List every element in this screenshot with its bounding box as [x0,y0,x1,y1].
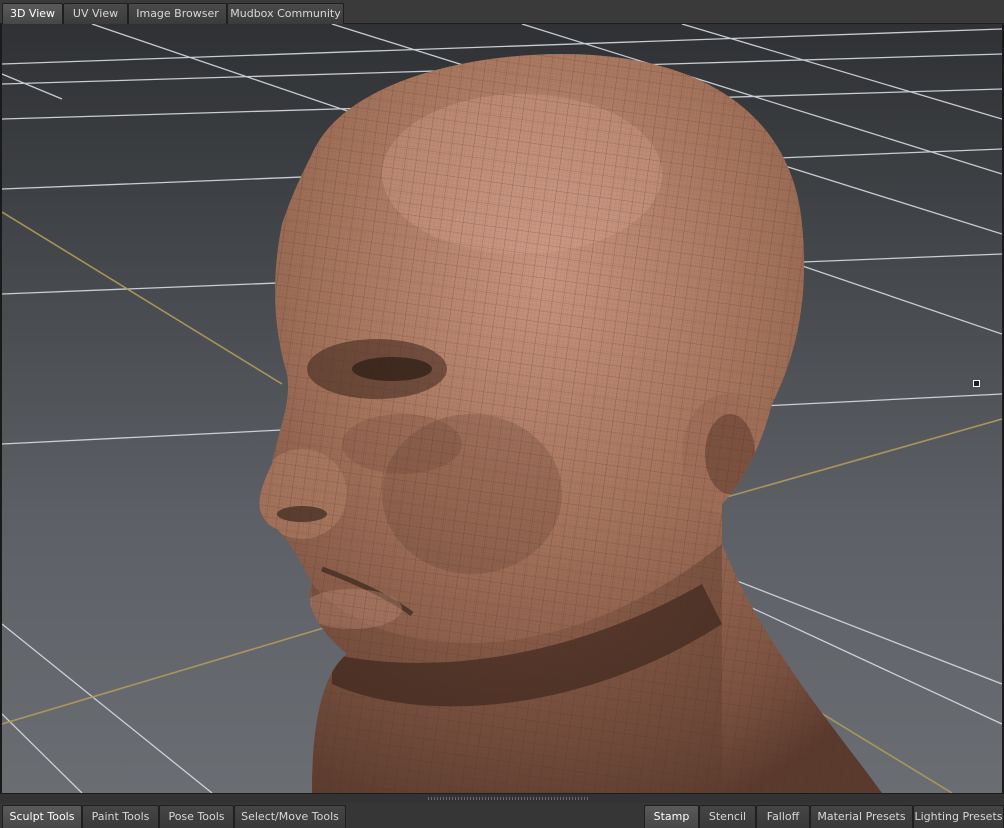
tab-sculpt-tools[interactable]: Sculpt Tools [2,805,82,828]
tab-pose-tools[interactable]: Pose Tools [159,805,234,828]
tray-tab-bar: Sculpt Tools Paint Tools Pose Tools Sele… [0,803,1004,828]
tab-mudbox-community[interactable]: Mudbox Community [227,3,344,24]
tab-select-move-tools[interactable]: Select/Move Tools [234,805,346,828]
tab-image-browser[interactable]: Image Browser [128,3,227,24]
tab-paint-tools[interactable]: Paint Tools [82,805,159,828]
tab-lighting-presets[interactable]: Lighting Presets [913,805,1004,828]
tab-3d-view[interactable]: 3D View [2,3,63,24]
splitter-grip[interactable] [428,797,588,800]
mudbox-window: 3D View UV View Image Browser Mudbox Com… [0,0,1004,828]
3d-viewport[interactable] [0,24,1004,793]
tab-material-presets[interactable]: Material Presets [810,805,913,828]
viewport-scene [2,24,1002,793]
tab-stamp[interactable]: Stamp [644,805,699,828]
panel-splitter[interactable] [0,793,1004,803]
pivot-marker[interactable] [973,380,980,387]
tab-uv-view[interactable]: UV View [63,3,128,24]
view-tab-bar: 3D View UV View Image Browser Mudbox Com… [0,0,1004,24]
tab-falloff[interactable]: Falloff [756,805,810,828]
tab-stencil[interactable]: Stencil [699,805,756,828]
